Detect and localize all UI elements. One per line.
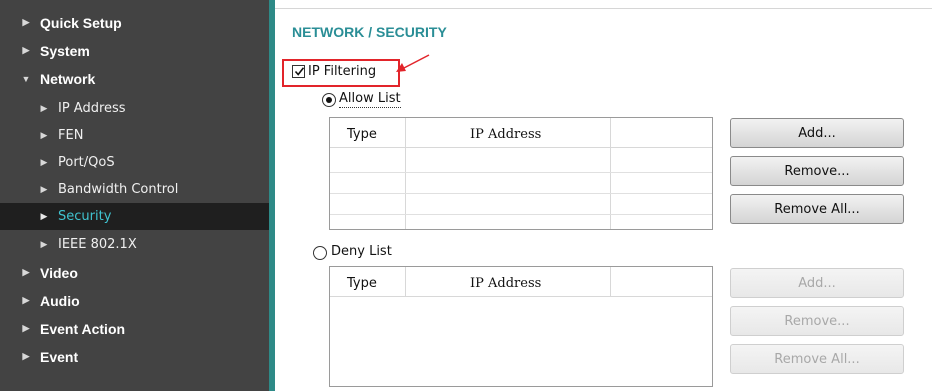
divider bbox=[275, 8, 932, 9]
sidebar-item-ip-address[interactable]: ▶ IP Address bbox=[0, 95, 269, 122]
sidebar-item-label: Event Action bbox=[40, 320, 126, 337]
allow-remove-all-button[interactable]: Remove All... bbox=[730, 194, 904, 224]
row-divider bbox=[330, 193, 712, 194]
deny-remove-all-button[interactable]: Remove All... bbox=[730, 344, 904, 374]
deny-add-button[interactable]: Add... bbox=[730, 268, 904, 298]
collapsed-arrow-icon: ▶ bbox=[40, 211, 48, 222]
column-header-ip-address: IP Address bbox=[470, 127, 542, 142]
collapsed-arrow-icon: ▶ bbox=[22, 17, 30, 27]
collapsed-arrow-icon: ▶ bbox=[40, 130, 48, 141]
sidebar-item-port-qos[interactable]: ▶ Port/QoS bbox=[0, 149, 269, 176]
annotation-arrow-icon bbox=[396, 54, 430, 72]
sidebar-nav: ▶ Quick Setup ▶ System ▼ Network ▶ IP Ad… bbox=[0, 0, 269, 391]
sidebar-item-video[interactable]: ▶ Video bbox=[0, 259, 269, 286]
collapsed-arrow-icon: ▶ bbox=[22, 267, 30, 277]
sidebar-item-label: FEN bbox=[58, 128, 84, 143]
collapsed-arrow-icon: ▶ bbox=[40, 239, 48, 250]
sidebar-item-network[interactable]: ▼ Network bbox=[0, 65, 269, 92]
deny-list-table[interactable]: Type IP Address bbox=[329, 266, 713, 387]
checkmark-icon bbox=[294, 67, 305, 76]
sidebar-item-label: Port/QoS bbox=[58, 155, 115, 170]
sidebar-item-label: IEEE 802.1X bbox=[58, 237, 137, 252]
page-title: NETWORK / SECURITY bbox=[292, 24, 447, 40]
sidebar-item-label: Audio bbox=[40, 292, 80, 309]
sidebar-item-label: Event bbox=[40, 348, 79, 365]
table-header: Type IP Address bbox=[330, 118, 712, 148]
expanded-arrow-icon: ▼ bbox=[21, 73, 31, 84]
deny-list-radio[interactable] bbox=[313, 246, 327, 260]
collapsed-arrow-icon: ▶ bbox=[22, 351, 30, 361]
ip-filtering-checkbox[interactable] bbox=[292, 65, 305, 78]
column-header-type: Type bbox=[347, 127, 377, 142]
collapsed-arrow-icon: ▶ bbox=[22, 45, 30, 55]
sidebar-item-event[interactable]: ▶ Event bbox=[0, 343, 269, 370]
deny-list-label[interactable]: Deny List bbox=[331, 244, 392, 259]
column-divider bbox=[610, 267, 611, 297]
row-divider bbox=[330, 172, 712, 173]
allow-remove-button[interactable]: Remove... bbox=[730, 156, 904, 186]
collapsed-arrow-icon: ▶ bbox=[40, 157, 48, 168]
column-divider bbox=[405, 267, 406, 297]
sidebar-item-label: Quick Setup bbox=[40, 14, 122, 31]
sidebar-item-label: Network bbox=[40, 70, 96, 87]
sidebar-item-ieee-8021x[interactable]: ▶ IEEE 802.1X bbox=[0, 231, 269, 258]
allow-list-label[interactable]: Allow List bbox=[339, 91, 401, 108]
sidebar-item-label: Security bbox=[58, 209, 112, 224]
allow-list-table[interactable]: Type IP Address bbox=[329, 117, 713, 230]
column-header-ip-address: IP Address bbox=[470, 276, 542, 291]
main-content: NETWORK / SECURITY IP Filtering Allow Li… bbox=[275, 0, 932, 391]
collapsed-arrow-icon: ▶ bbox=[40, 103, 48, 114]
table-header: Type IP Address bbox=[330, 267, 712, 297]
sidebar-item-quick-setup[interactable]: ▶ Quick Setup bbox=[0, 9, 269, 36]
sidebar-item-security[interactable]: ▶ Security bbox=[0, 203, 269, 230]
sidebar-item-label: System bbox=[40, 42, 90, 59]
radio-selected-dot bbox=[326, 97, 332, 103]
sidebar-item-label: Bandwidth Control bbox=[58, 182, 179, 197]
collapsed-arrow-icon: ▶ bbox=[22, 295, 30, 305]
sidebar-item-system[interactable]: ▶ System bbox=[0, 37, 269, 64]
sidebar-item-fen[interactable]: ▶ FEN bbox=[0, 122, 269, 149]
collapsed-arrow-icon: ▶ bbox=[40, 184, 48, 195]
sidebar-item-audio[interactable]: ▶ Audio bbox=[0, 287, 269, 314]
column-divider bbox=[610, 118, 611, 229]
allow-add-button[interactable]: Add... bbox=[730, 118, 904, 148]
deny-remove-button[interactable]: Remove... bbox=[730, 306, 904, 336]
row-divider bbox=[330, 214, 712, 215]
collapsed-arrow-icon: ▶ bbox=[22, 323, 30, 333]
ip-filtering-label[interactable]: IP Filtering bbox=[308, 64, 376, 79]
sidebar-item-label: Video bbox=[40, 264, 78, 281]
sidebar-item-bandwidth-control[interactable]: ▶ Bandwidth Control bbox=[0, 176, 269, 203]
sidebar-item-label: IP Address bbox=[58, 101, 126, 116]
column-divider bbox=[405, 118, 406, 229]
column-header-type: Type bbox=[347, 276, 377, 291]
allow-list-radio[interactable] bbox=[322, 93, 336, 107]
sidebar-item-event-action[interactable]: ▶ Event Action bbox=[0, 315, 269, 342]
